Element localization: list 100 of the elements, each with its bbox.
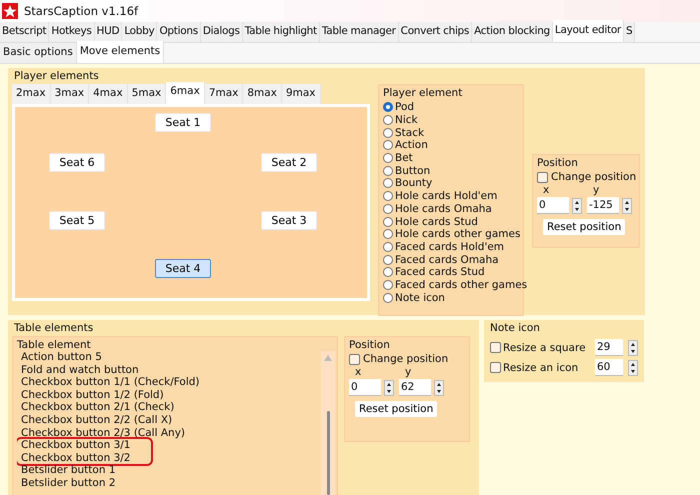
checkbox-label: Resize a square (503, 342, 587, 354)
list-item[interactable]: Checkbox button 1/1 (Check/Fold) (21, 376, 321, 389)
list-item[interactable]: Checkbox button 2/2 (Call X) (21, 414, 321, 427)
tab[interactable]: Table manager (320, 22, 399, 42)
radio-icon[interactable] (383, 153, 393, 164)
number-field[interactable]: -125 (587, 197, 619, 214)
radio-option[interactable]: Button (383, 164, 430, 178)
reset-position-button[interactable]: Reset position (355, 401, 438, 417)
radio-icon[interactable] (383, 267, 393, 278)
seat-button[interactable]: Seat 4 (155, 259, 211, 278)
reset-position-button[interactable]: Reset position (543, 219, 626, 235)
tab[interactable]: Move elements (76, 41, 164, 63)
number-field[interactable]: 0 (537, 197, 569, 214)
radio-icon[interactable] (383, 166, 393, 176)
radio-option[interactable]: Hole cards other games (383, 228, 520, 241)
checkbox-label: Resize an icon (503, 362, 580, 374)
tab[interactable]: Table highlight (242, 22, 320, 42)
axis-label: x (542, 184, 550, 197)
option-label: Faced cards Stud (395, 266, 485, 278)
list-item[interactable]: Checkbox button 1/2 (Fold) (21, 388, 321, 402)
radio-icon[interactable] (383, 128, 393, 138)
tab[interactable]: Layout editor (552, 20, 624, 42)
tab[interactable]: 3max (50, 84, 90, 104)
radio-option[interactable]: Hole cards Stud (383, 215, 478, 228)
radio-icon[interactable] (383, 216, 393, 227)
number-field[interactable]: 60 (595, 359, 623, 376)
tab[interactable]: Betscript (0, 22, 50, 42)
radio-option[interactable]: Bet (383, 152, 413, 164)
radio-option[interactable]: Bounty (383, 177, 432, 190)
tab[interactable]: 9max (282, 84, 320, 104)
number-field[interactable]: 29 (595, 339, 623, 356)
list-item[interactable]: Checkbox button 2/3 (Call Any) (21, 426, 321, 440)
seat-button[interactable]: Seat 6 (49, 153, 105, 172)
list-item[interactable]: Checkbox button 3/1 (21, 439, 130, 452)
list-item[interactable]: Fold and watch button (21, 364, 321, 376)
seat-button[interactable]: Seat 2 (261, 153, 317, 172)
number-field[interactable]: 62 (399, 379, 431, 396)
radio-option[interactable]: Faced cards Stud (383, 266, 485, 279)
radio-icon[interactable] (383, 140, 393, 150)
radio-option[interactable]: Stack (383, 126, 424, 140)
radio-icon[interactable] (383, 280, 393, 290)
radio-icon[interactable] (383, 242, 393, 252)
axis-label: x (354, 366, 362, 379)
group-title: Position (537, 157, 579, 171)
checkbox[interactable] (490, 342, 501, 353)
spinner-arrows-icon[interactable] (384, 380, 394, 396)
spinner-arrows-icon[interactable] (628, 360, 638, 376)
panel-title: Table elements (13, 322, 94, 336)
tab[interactable]: Convert chips (398, 22, 472, 42)
tab[interactable]: 5max (128, 84, 166, 104)
option-label: Button (395, 164, 430, 177)
tab[interactable]: 7max (204, 84, 244, 104)
list-item[interactable]: Action button 5 (21, 351, 321, 364)
option-label: Stack (395, 126, 424, 139)
checkbox[interactable] (490, 362, 501, 373)
list-item[interactable]: Betslider button 1 (21, 464, 321, 477)
scrollbar[interactable] (321, 351, 335, 495)
tab[interactable]: 6max (166, 82, 205, 104)
checkbox-label: Change position (363, 353, 448, 365)
spinner-arrows-icon[interactable] (572, 198, 582, 214)
number-field[interactable]: 0 (349, 379, 381, 396)
tab[interactable]: Dialogs (200, 22, 243, 42)
spinner-arrows-icon[interactable] (434, 380, 444, 396)
tab[interactable]: Options (157, 22, 201, 42)
tab[interactable]: Hotkeys (49, 22, 95, 42)
tab[interactable]: 8max (243, 84, 282, 104)
tab[interactable]: HUD (94, 22, 122, 42)
radio-option[interactable]: Action (383, 139, 428, 152)
list-item[interactable]: Betslider button 2 (21, 476, 321, 490)
panel-title: Note icon (489, 322, 541, 336)
radio-icon[interactable] (383, 204, 393, 214)
seat-button[interactable]: Seat 3 (261, 211, 317, 230)
tab[interactable]: Lobby (122, 22, 158, 42)
radio-icon[interactable] (383, 115, 393, 126)
radio-option[interactable]: Pod (383, 101, 414, 114)
radio-icon[interactable] (383, 178, 393, 188)
radio-icon[interactable] (383, 254, 393, 265)
list-item[interactable]: Checkbox button 2/1 (Check) (21, 401, 321, 414)
radio-option[interactable]: Nick (383, 114, 418, 126)
radio-icon[interactable] (383, 102, 393, 112)
checkbox[interactable] (537, 172, 548, 182)
seat-button[interactable]: Seat 1 (155, 113, 211, 132)
group-title: Position (349, 339, 391, 353)
checkbox-label: Change position (551, 171, 636, 183)
option-label: Bet (395, 152, 413, 164)
radio-icon[interactable] (383, 191, 393, 202)
spinner-arrows-icon[interactable] (622, 198, 632, 214)
list-item[interactable]: Checkbox button 3/2 (21, 452, 130, 464)
tab[interactable]: Action blocking (472, 22, 553, 42)
radio-icon[interactable] (383, 229, 393, 240)
radio-option[interactable]: Note icon (383, 291, 445, 304)
tab[interactable]: Basic options (0, 43, 77, 63)
spinner-arrows-icon[interactable] (628, 340, 638, 356)
tab[interactable]: 4max (89, 84, 128, 104)
radio-icon[interactable] (383, 292, 393, 303)
tab[interactable]: 2max (12, 84, 51, 104)
seat-button[interactable]: Seat 5 (49, 211, 105, 230)
tab[interactable]: S (624, 22, 636, 42)
checkbox[interactable] (349, 354, 360, 364)
star-logo-icon (2, 3, 18, 19)
